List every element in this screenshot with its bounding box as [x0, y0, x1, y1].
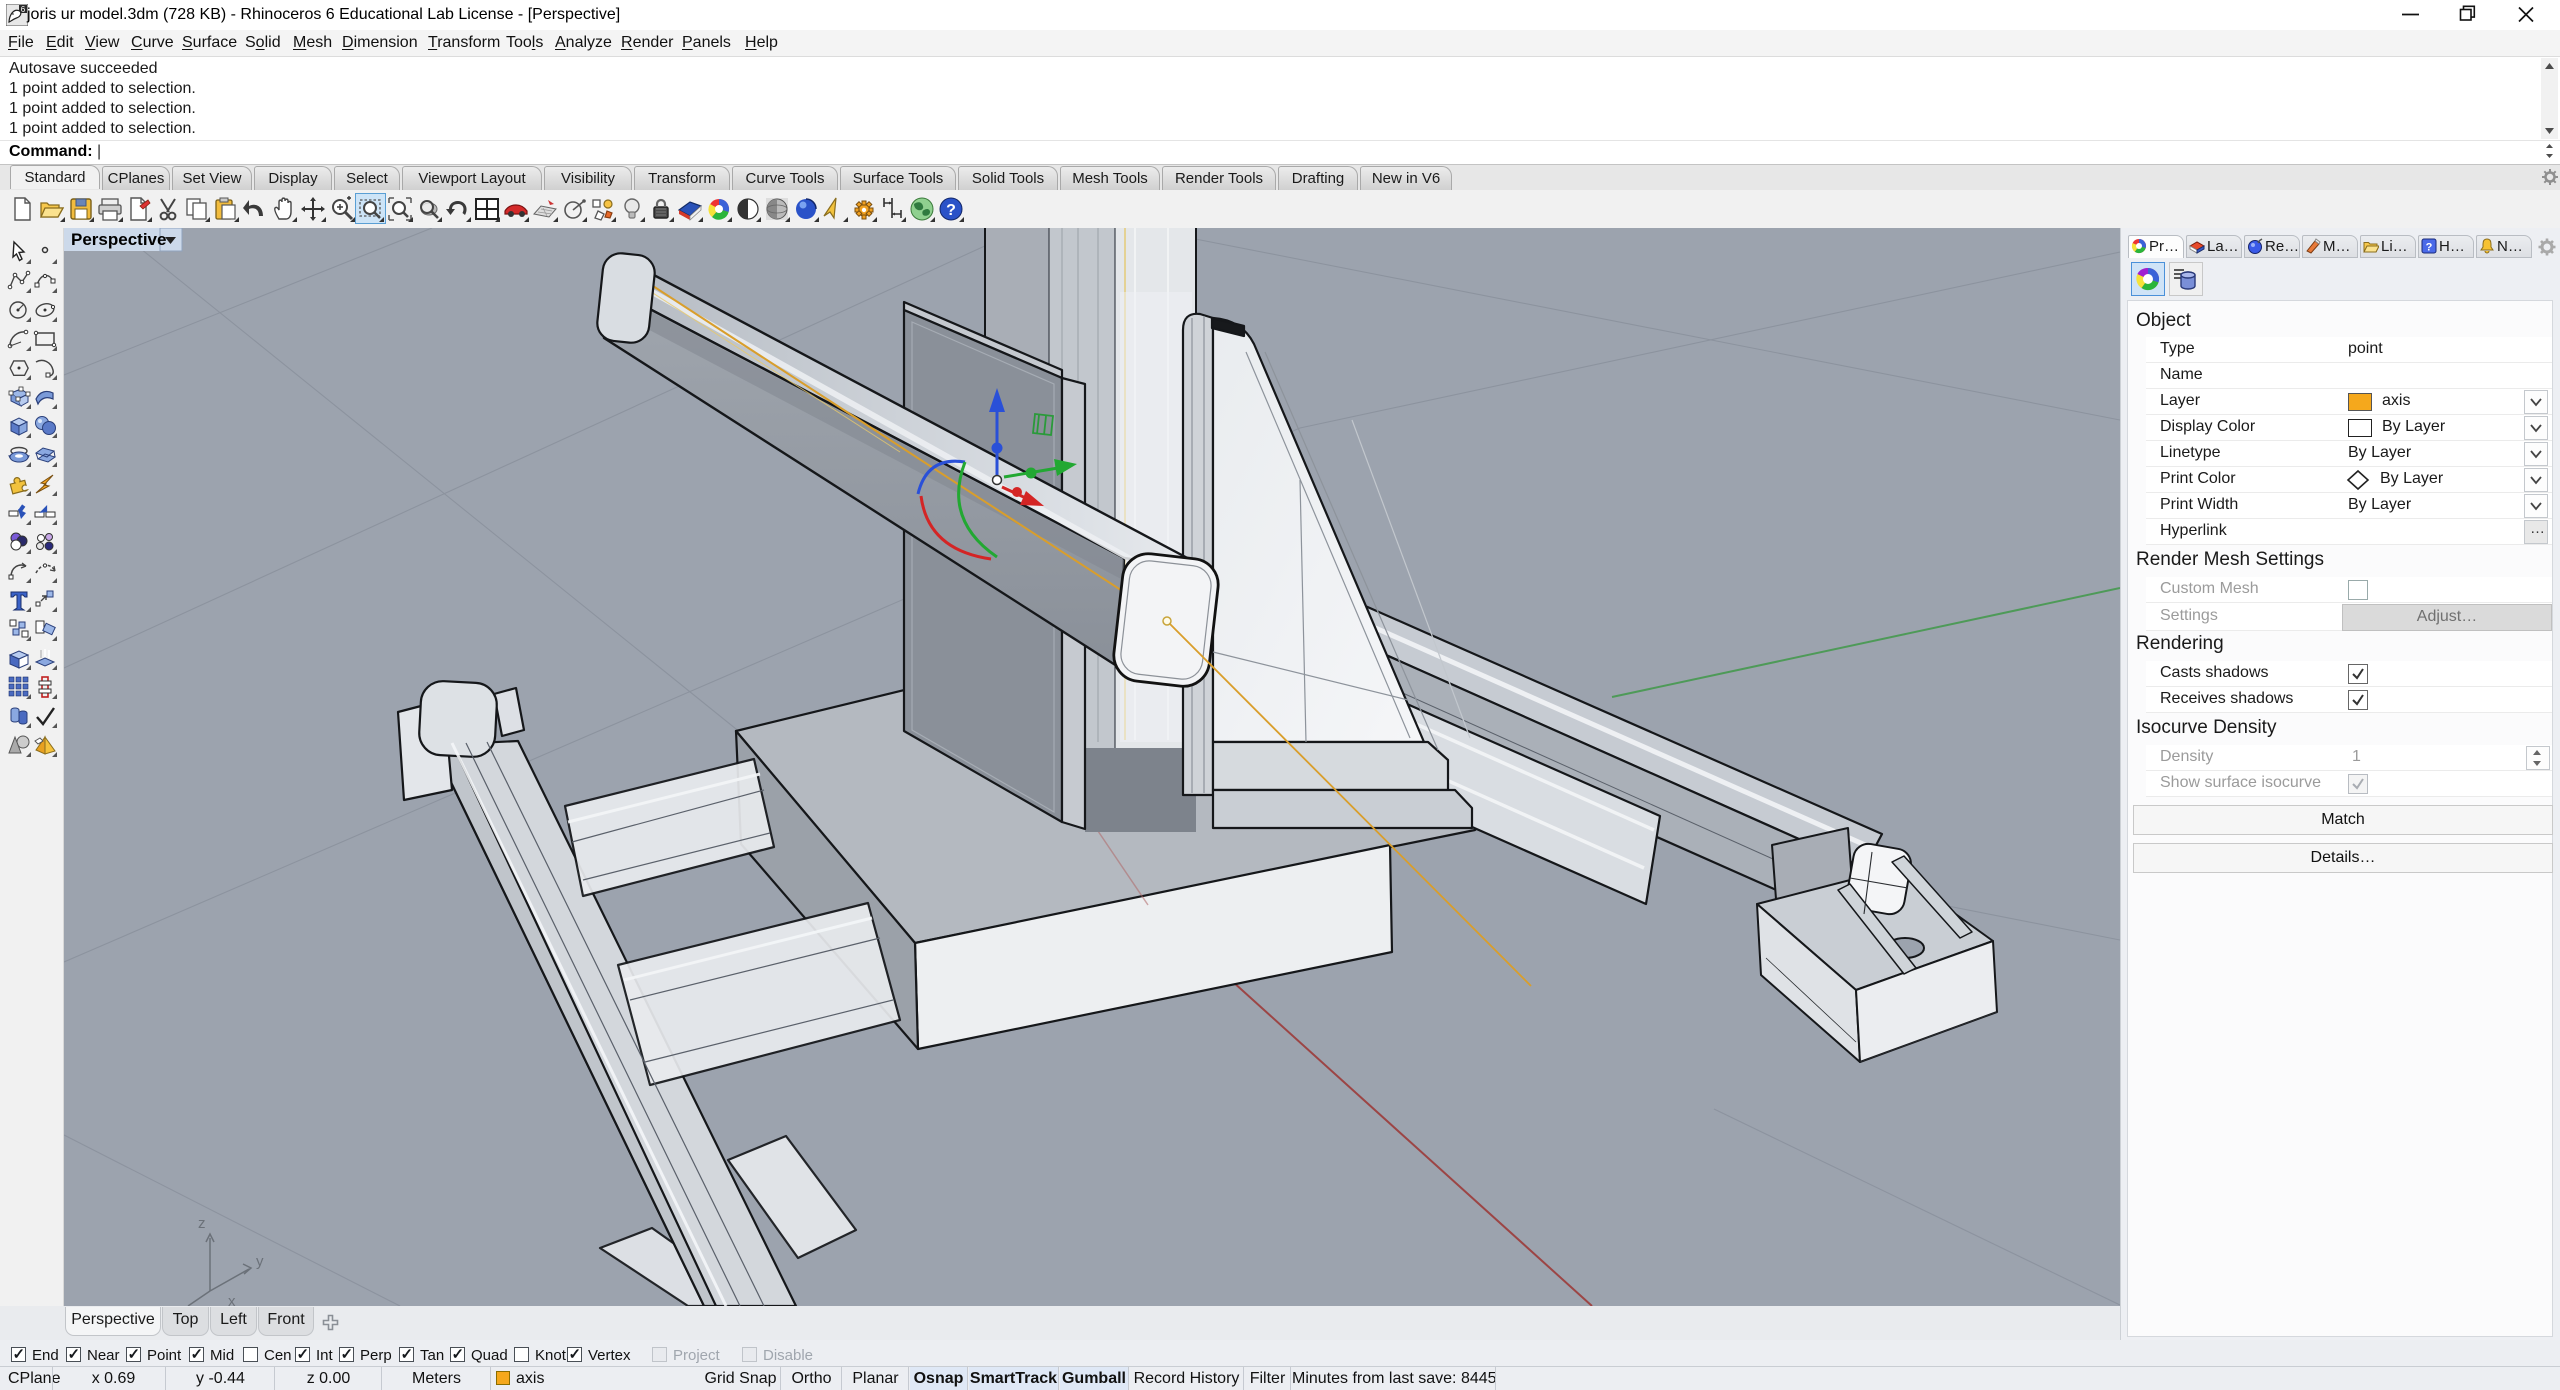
svg-text:Perspective: Perspective — [71, 230, 166, 249]
svg-text:?: ? — [2426, 242, 2433, 254]
svg-text:y: y — [256, 1253, 264, 1270]
svg-text:?: ? — [946, 202, 956, 219]
svg-text:z: z — [198, 1215, 206, 1232]
svg-text:x: x — [228, 1293, 236, 1306]
svg-text:6: 6 — [21, 5, 26, 14]
